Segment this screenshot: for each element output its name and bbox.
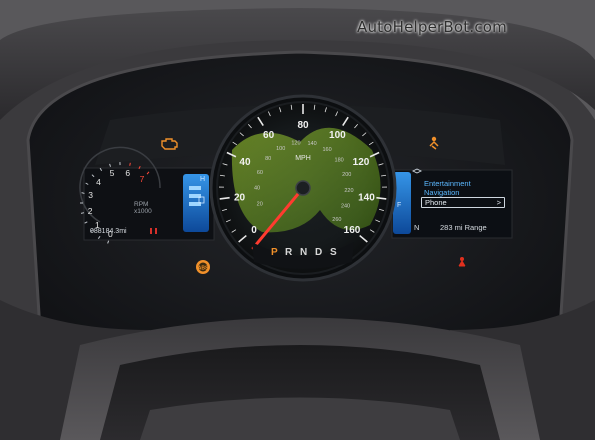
- menu-item-phone-label: Phone: [425, 198, 447, 207]
- svg-text:ABS: ABS: [198, 266, 209, 272]
- rpm-unit: RPM: [134, 201, 149, 208]
- speed-label: 80: [297, 120, 309, 131]
- tach-label: 4: [96, 176, 101, 187]
- kmh-label: 60: [257, 170, 263, 176]
- speed-label: 140: [358, 192, 375, 203]
- menu-item-navigation[interactable]: Navigation: [424, 188, 459, 197]
- speed-label: 0: [251, 225, 257, 236]
- gear-d: D: [315, 247, 323, 258]
- kmh-label: 180: [335, 158, 344, 164]
- kmh-label: 200: [342, 172, 351, 178]
- gear-r: R: [285, 247, 293, 258]
- kmh-label: 240: [341, 204, 350, 210]
- gear-n: N: [300, 247, 308, 258]
- kmh-label: 80: [265, 156, 271, 162]
- rpm-label: RPM x1000: [134, 201, 152, 215]
- menu-item-phone-selected[interactable]: Phone >: [421, 197, 505, 208]
- temp-gauge-segment: [189, 186, 201, 190]
- speed-label: 100: [329, 130, 346, 141]
- tach-label: 5: [109, 168, 115, 179]
- speed-unit-label: MPH: [295, 155, 311, 162]
- speed-label: 120: [353, 157, 370, 168]
- watermark-text: AutoHelperBot.com: [357, 18, 507, 36]
- tach-tick: [129, 162, 131, 166]
- tach-label: 6: [125, 167, 131, 178]
- speed-label: 160: [344, 225, 361, 236]
- kmh-label: 40: [254, 186, 260, 192]
- gear-p: P: [271, 247, 278, 258]
- compass-heading: N: [414, 223, 420, 232]
- needle-hub: [295, 180, 311, 196]
- speed-label: 40: [239, 157, 251, 168]
- tach-tick: [80, 212, 85, 214]
- tach-label: 2: [87, 206, 93, 217]
- kmh-label: 220: [344, 188, 353, 194]
- tach-label: 7: [139, 174, 145, 185]
- kmh-label: 120: [291, 141, 300, 147]
- tach-label: 3: [88, 190, 93, 201]
- dashboard-scene: 0 20 40 60 80 100 120 140 160 20 40 60 80 100 120 140 1…: [0, 0, 595, 440]
- fuel-full-label: F: [397, 202, 402, 209]
- kmh-label: 140: [307, 141, 316, 147]
- speed-label: 20: [234, 192, 246, 203]
- speed-label: 60: [263, 130, 275, 141]
- abs-warning-icon: ABS: [196, 260, 210, 274]
- chevron-right-icon: >: [496, 198, 501, 207]
- odometer: 088184.3mi: [90, 228, 127, 235]
- temp-hot-label: H: [200, 176, 206, 183]
- sun-glare: [231, 127, 381, 233]
- range-readout: 283 mi Range: [440, 223, 487, 232]
- kmh-label: 160: [323, 147, 332, 153]
- kmh-label: 100: [276, 146, 285, 152]
- kmh-label: 260: [332, 217, 341, 223]
- kmh-label: 20: [257, 202, 263, 208]
- rpm-multiplier: x1000: [134, 208, 152, 215]
- menu-item-entertainment[interactable]: Entertainment: [424, 179, 471, 188]
- gear-s: S: [330, 247, 337, 258]
